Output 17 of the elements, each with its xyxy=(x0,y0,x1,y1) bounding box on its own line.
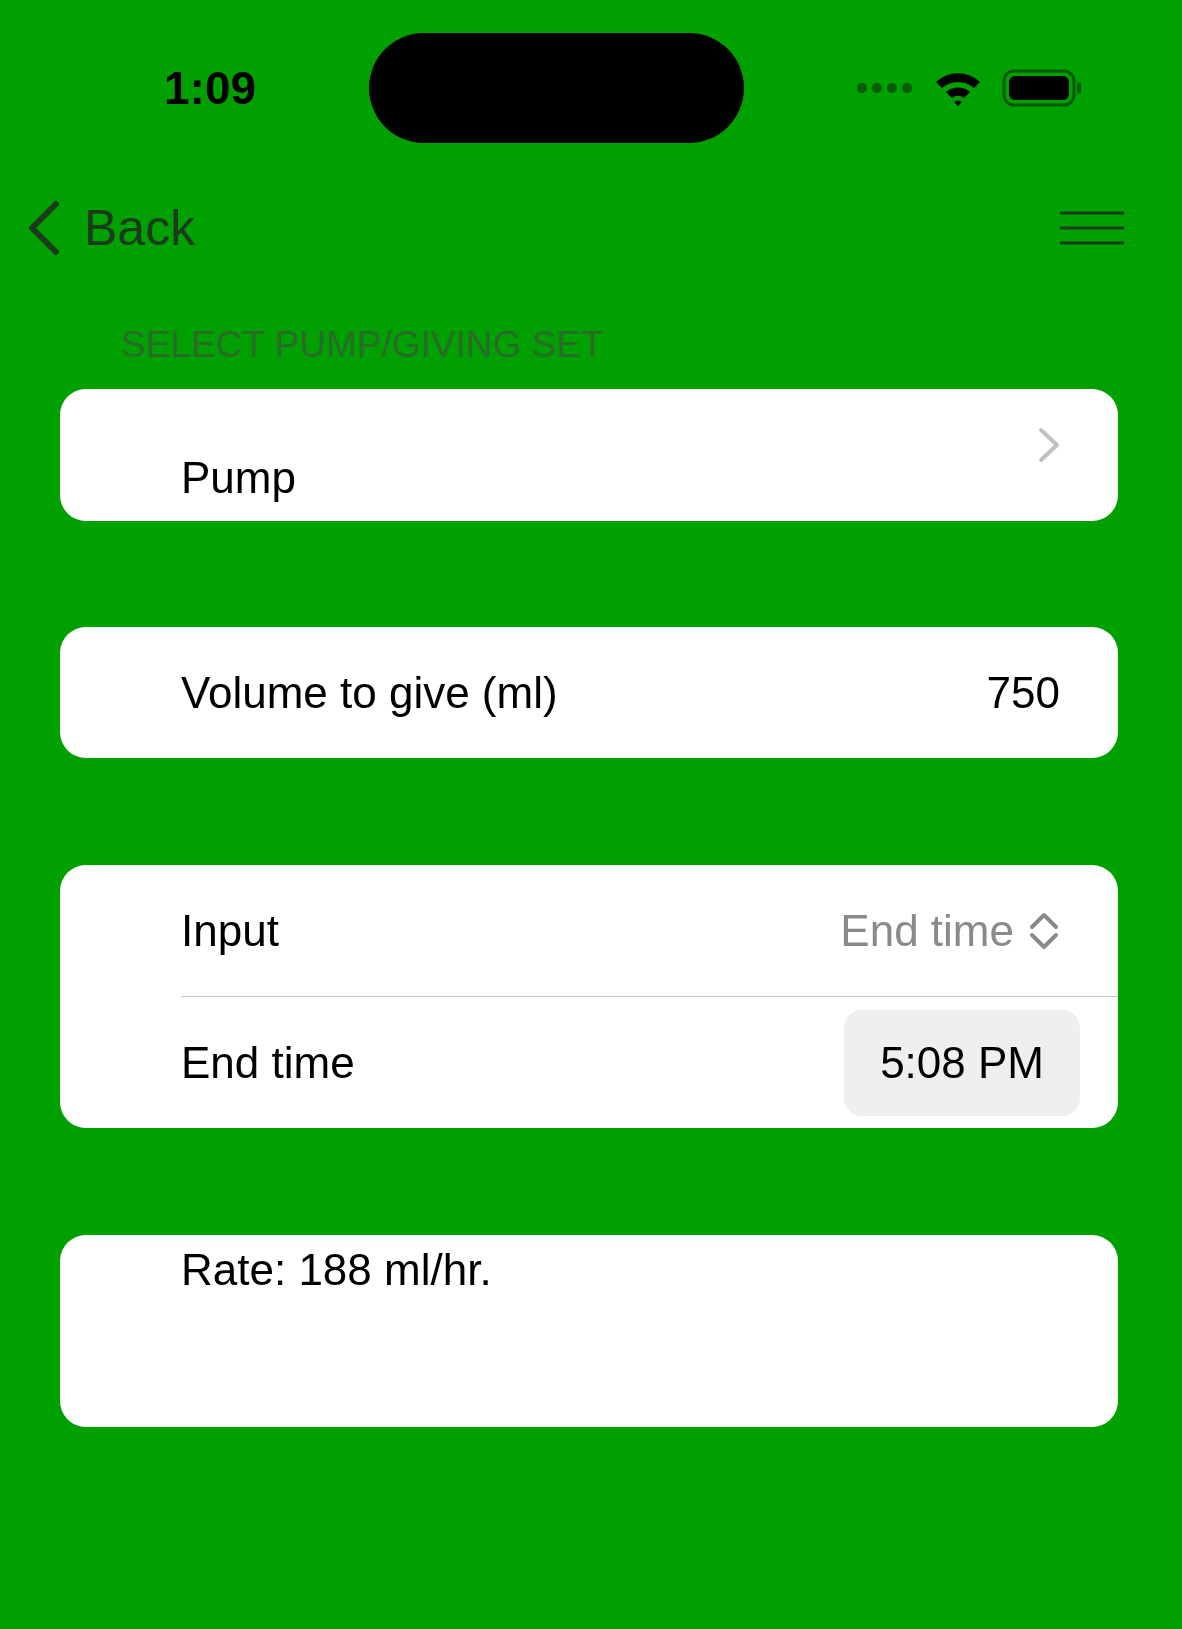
row-label: Volume to give (ml) xyxy=(181,667,558,718)
back-chevron-icon xyxy=(26,200,60,256)
volume-value[interactable]: 750 xyxy=(986,667,1060,718)
row-label: End time xyxy=(181,1037,355,1088)
wifi-icon xyxy=(934,70,982,106)
rate-text: Rate: 188 ml/hr. xyxy=(181,1245,492,1295)
pump-row[interactable]: Pump xyxy=(60,389,1118,521)
row-label: Pump xyxy=(181,453,296,503)
menu-icon[interactable] xyxy=(1060,211,1124,245)
chevron-right-icon xyxy=(1038,427,1060,463)
up-down-chevron-icon xyxy=(1028,910,1060,951)
signal-icon xyxy=(856,82,914,94)
row-label: Input xyxy=(181,905,279,956)
battery-icon xyxy=(1002,69,1082,107)
back-button[interactable]: Back xyxy=(26,199,196,257)
status-time: 1:09 xyxy=(164,61,257,115)
time-picker-button[interactable]: 5:08 PM xyxy=(844,1009,1080,1116)
